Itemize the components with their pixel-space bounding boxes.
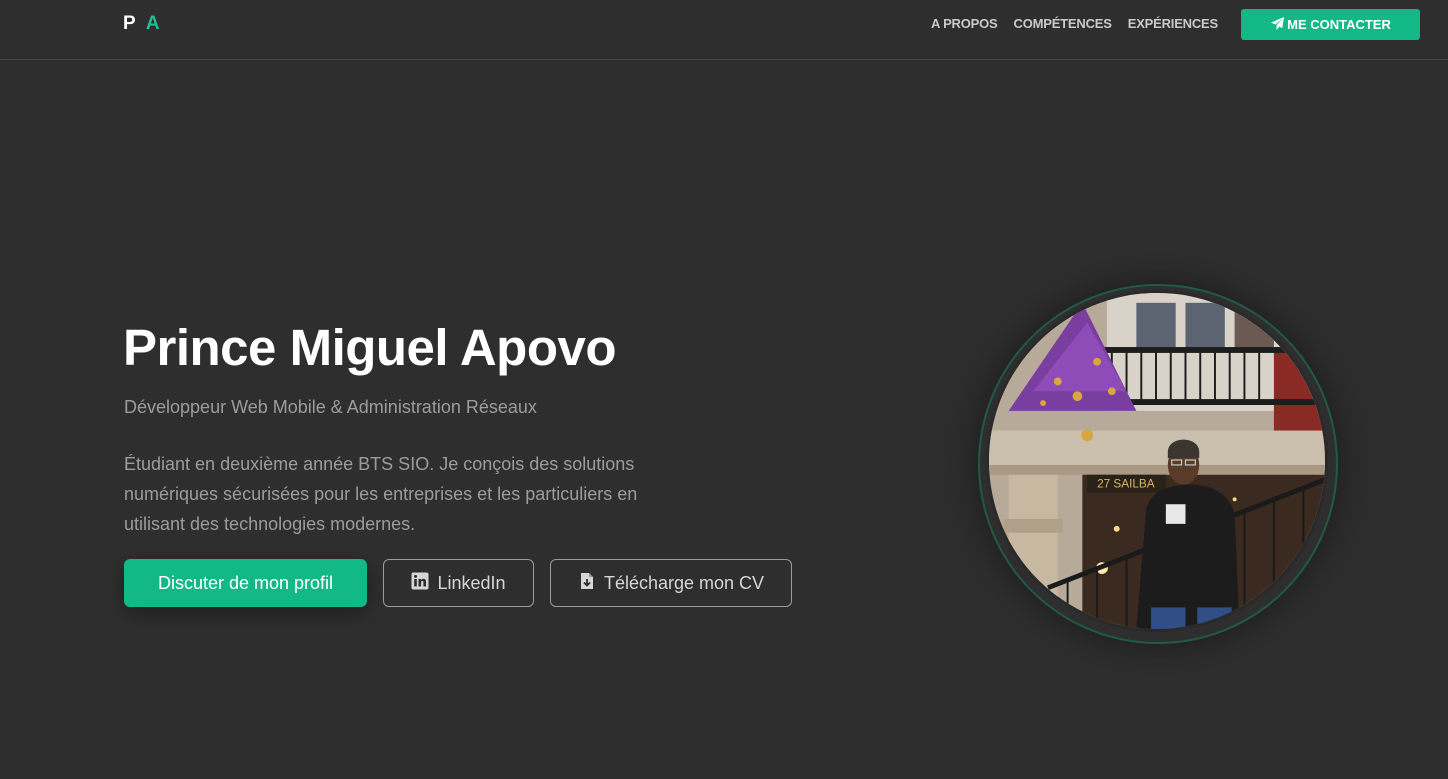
file-download-icon: [578, 572, 596, 595]
hero-title: Développeur Web Mobile & Administration …: [124, 397, 537, 417]
contact-button-label: ME CONTACTER: [1287, 17, 1391, 32]
discuss-profile-button[interactable]: Discuter de mon profil: [124, 559, 367, 607]
hero-name: Prince Miguel Apovo: [123, 319, 617, 376]
nav-link-experiences[interactable]: EXPÉRIENCES: [1128, 16, 1218, 31]
nav-link-competences[interactable]: COMPÉTENCES: [1014, 16, 1112, 31]
linkedin-icon: [411, 572, 429, 595]
shop-sign-text: 27 SAILBA: [1097, 478, 1155, 491]
logo-letter-a: A: [145, 13, 163, 34]
download-cv-button[interactable]: Télécharge mon CV: [550, 559, 792, 607]
linkedin-button-label: LinkedIn: [437, 572, 506, 593]
nav-links: A PROPOS COMPÉTENCES EXPÉRIENCES: [931, 16, 1218, 31]
contact-button[interactable]: ME CONTACTER: [1241, 9, 1420, 40]
logo-letter-p: P: [123, 13, 139, 34]
navbar: P A A PROPOS COMPÉTENCES EXPÉRIENCES ME …: [0, 0, 1448, 60]
nav-link-a-propos[interactable]: A PROPOS: [931, 16, 998, 31]
profile-photo: 27 SAILBA: [986, 290, 1328, 632]
download-cv-button-label: Télécharge mon CV: [603, 572, 765, 593]
linkedin-button[interactable]: LinkedIn: [383, 559, 534, 607]
hero-description: Étudiant en deuxième année BTS SIO. Je c…: [124, 454, 638, 534]
paper-plane-icon: [1270, 16, 1285, 34]
logo[interactable]: P A: [123, 13, 163, 35]
